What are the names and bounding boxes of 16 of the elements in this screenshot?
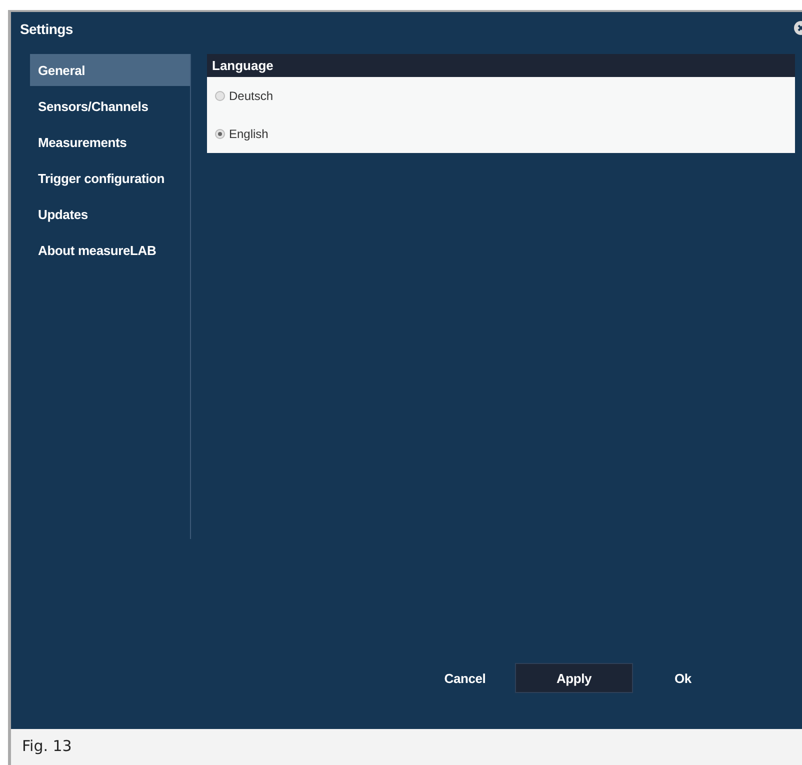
radio-label: Deutsch bbox=[229, 89, 274, 103]
section-header: Language bbox=[207, 54, 795, 77]
radio-label: English bbox=[229, 127, 268, 141]
figure-caption: Fig. 13 bbox=[11, 729, 802, 765]
sidebar-item[interactable]: Measurements bbox=[30, 126, 190, 158]
sidebar-item[interactable]: About measureLAB bbox=[30, 234, 190, 266]
sidebar-item[interactable]: Trigger configuration bbox=[30, 162, 190, 194]
apply-button[interactable]: Apply bbox=[515, 663, 633, 693]
sidebar-item[interactable]: General bbox=[30, 54, 190, 86]
sidebar-item[interactable]: Sensors/Channels bbox=[30, 90, 190, 122]
text-button[interactable]: Ok bbox=[633, 663, 733, 693]
sidebar-item[interactable]: Updates bbox=[30, 198, 190, 230]
text-button[interactable]: Cancel bbox=[415, 663, 515, 693]
radio-button[interactable] bbox=[215, 129, 225, 139]
window-title: Settings bbox=[20, 21, 73, 37]
radio-button[interactable] bbox=[215, 91, 225, 101]
